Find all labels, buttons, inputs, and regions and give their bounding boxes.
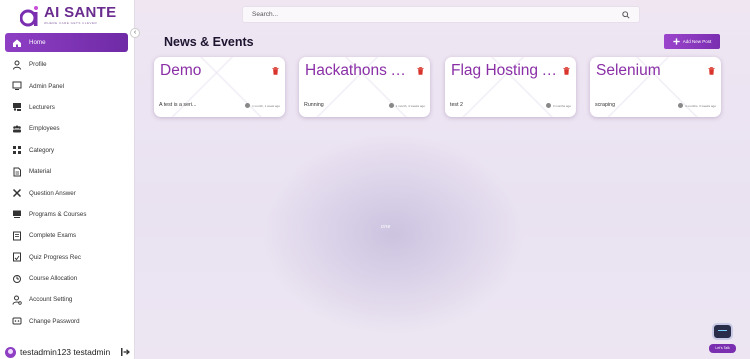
card-title: Hackathons A... xyxy=(305,62,413,79)
chat-widget[interactable]: Let's Talk xyxy=(709,323,736,353)
sidebar-item-label: Change Password xyxy=(29,317,80,325)
sidebar-item-label: Question Answer xyxy=(29,189,76,197)
logo: AI SANTE WHERE CARE GETS CLEVER xyxy=(20,5,116,31)
logout-icon[interactable] xyxy=(120,347,130,357)
sidebar-item-home[interactable]: Home xyxy=(5,33,128,52)
sidebar-item-label: Employees xyxy=(29,125,60,133)
add-new-post-button[interactable]: Add New Post xyxy=(664,34,720,49)
logo-icon xyxy=(20,6,38,27)
document-icon xyxy=(12,167,22,177)
tools-icon xyxy=(12,188,22,198)
search-bar xyxy=(242,6,640,23)
sidebar-item-label: Programs & Courses xyxy=(29,210,87,218)
card-description: test 2 xyxy=(450,102,463,108)
sidebar-item-employees[interactable]: Employees xyxy=(5,118,128,139)
loading-indicator: one xyxy=(381,224,391,230)
user-name: testadmin123 testadmin xyxy=(20,347,111,357)
sidebar-item-lecturers[interactable]: Lecturers xyxy=(5,97,128,118)
sidebar-item-admin-panel[interactable]: Admin Panel xyxy=(5,75,128,96)
lecturer-icon xyxy=(12,102,22,112)
sidebar-item-label: Lecturers xyxy=(29,103,55,111)
sidebar-item-quiz-progress[interactable]: Quiz Progress Rec xyxy=(5,247,128,268)
card-title: Selenium xyxy=(596,62,661,79)
home-icon xyxy=(12,38,22,48)
card-description: scraping xyxy=(595,102,616,108)
clock-icon xyxy=(388,103,394,108)
card-timestamp: 3 months, 3 weeks ago xyxy=(685,103,716,108)
sidebar-item-complete-exams[interactable]: Complete Exams xyxy=(5,225,128,246)
card-meta: 1 month, 4 weeks ago xyxy=(388,103,425,108)
allocation-icon xyxy=(12,274,22,284)
dashboard-icon xyxy=(12,81,22,91)
card-meta: 3 months ago xyxy=(545,103,571,108)
sidebar-item-programs-courses[interactable]: Programs & Courses xyxy=(5,204,128,225)
sidebar-item-question-answer[interactable]: Question Answer xyxy=(5,182,128,203)
card-timestamp: 3 months ago xyxy=(552,103,571,108)
card-description: Running xyxy=(304,102,324,108)
exam-icon xyxy=(12,231,22,241)
card-title: Demo xyxy=(160,62,202,79)
clock-icon xyxy=(545,103,551,108)
sidebar-item-material[interactable]: Material xyxy=(5,161,128,182)
sidebar-item-course-allocation[interactable]: Course Allocation xyxy=(5,268,128,289)
app-name: AI SANTE xyxy=(44,4,117,21)
delete-icon[interactable] xyxy=(417,67,424,75)
add-new-post-label: Add New Post xyxy=(682,39,712,44)
avatar[interactable] xyxy=(5,346,16,358)
sidebar-item-label: Course Allocation xyxy=(29,275,78,283)
card-timestamp: 1 month, 1 week ago xyxy=(252,103,280,108)
password-icon xyxy=(12,316,22,326)
search-icon[interactable] xyxy=(622,10,630,19)
account-icon xyxy=(12,295,22,305)
news-card[interactable]: Flag Hosting A... test 2 3 months ago xyxy=(445,57,576,117)
page-title: News & Events xyxy=(164,35,254,49)
news-card[interactable]: Demo A test is a seri... 1 month, 1 week… xyxy=(154,57,285,117)
delete-icon[interactable] xyxy=(272,67,279,75)
sidebar-item-label: Home xyxy=(29,39,46,46)
chevron-left-icon: ‹ xyxy=(133,29,137,36)
clock-icon xyxy=(678,103,684,108)
courses-icon xyxy=(12,209,22,219)
sidebar-nav: Home Profile Admin Panel Lecturers Emplo… xyxy=(5,33,128,332)
user-bar: testadmin123 testadmin xyxy=(5,345,130,359)
sidebar-item-label: Category xyxy=(29,146,55,154)
grid-icon xyxy=(12,145,22,155)
progress-icon xyxy=(12,252,22,262)
user-icon xyxy=(12,60,22,70)
card-description: A test is a seri... xyxy=(159,102,197,108)
sidebar-item-label: Quiz Progress Rec xyxy=(29,253,81,261)
delete-icon[interactable] xyxy=(563,67,570,75)
news-card[interactable]: Selenium scraping 3 months, 3 weeks ago xyxy=(590,57,721,117)
card-title: Flag Hosting A... xyxy=(451,62,559,79)
sidebar-item-account-setting[interactable]: Account Setting xyxy=(5,289,128,310)
chatbot-icon xyxy=(712,323,733,340)
search-input[interactable] xyxy=(252,11,622,18)
main-content: News & Events Add New Post Demo A test i… xyxy=(135,0,750,359)
chat-label: Let's Talk xyxy=(709,344,736,353)
card-meta: 3 months, 3 weeks ago xyxy=(678,103,716,108)
sidebar-collapse-button[interactable]: ‹ xyxy=(130,28,140,38)
sidebar-item-label: Complete Exams xyxy=(29,232,77,240)
news-card[interactable]: Hackathons A... Running 1 month, 4 weeks… xyxy=(299,57,430,117)
plus-icon xyxy=(673,38,680,45)
card-timestamp: 1 month, 4 weeks ago xyxy=(395,103,425,108)
sidebar-item-change-password[interactable]: Change Password xyxy=(5,311,128,332)
group-icon xyxy=(12,124,22,134)
sidebar-item-category[interactable]: Category xyxy=(5,140,128,161)
app-tagline: WHERE CARE GETS CLEVER xyxy=(44,21,98,25)
card-meta: 1 month, 1 week ago xyxy=(245,103,280,108)
clock-icon xyxy=(245,103,251,108)
delete-icon[interactable] xyxy=(708,67,715,75)
sidebar-item-label: Profile xyxy=(29,61,47,69)
sidebar-item-label: Material xyxy=(29,168,52,176)
sidebar: AI SANTE WHERE CARE GETS CLEVER ‹ Home P… xyxy=(0,0,140,359)
sidebar-item-profile[interactable]: Profile xyxy=(5,54,128,75)
sidebar-item-label: Account Setting xyxy=(29,296,73,304)
sidebar-item-label: Admin Panel xyxy=(29,82,65,90)
